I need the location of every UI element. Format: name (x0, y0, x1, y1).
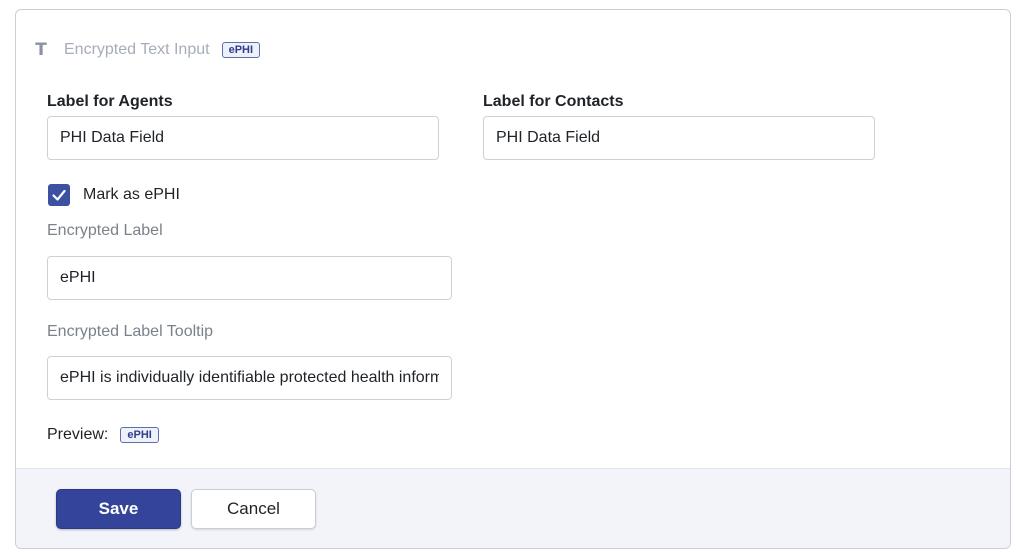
label-for-agents-heading: Label for Agents (47, 93, 173, 110)
preview-row: Preview: ePHI (47, 425, 159, 445)
save-button[interactable]: Save (56, 489, 181, 529)
label-for-contacts-heading: Label for Contacts (483, 93, 624, 110)
encrypted-tooltip-input[interactable] (47, 356, 452, 400)
encrypted-tooltip-heading: Encrypted Label Tooltip (47, 323, 214, 340)
cancel-button[interactable]: Cancel (191, 489, 316, 529)
ephi-badge: ePHI (221, 42, 261, 58)
preview-label: Preview: (47, 426, 109, 443)
preview-ephi-badge: ePHI (120, 427, 159, 443)
field-editor-panel: T Encrypted Text Input ePHI Label for Ag… (15, 9, 1011, 549)
encrypted-label-heading: Encrypted Label (47, 222, 163, 239)
checkmark-icon (52, 189, 66, 201)
mark-ephi-checkbox[interactable] (48, 184, 70, 206)
mark-ephi-row[interactable]: Mark as ePHI (48, 183, 180, 207)
label-for-contacts-input[interactable] (483, 116, 875, 160)
encrypted-label-input[interactable] (47, 256, 452, 300)
label-for-agents-input[interactable] (47, 116, 439, 160)
mark-ephi-label: Mark as ePHI (83, 186, 180, 203)
field-type-name: Encrypted Text Input (64, 41, 210, 58)
field-header: T Encrypted Text Input ePHI (32, 40, 261, 60)
form-footer: Save Cancel (16, 468, 1010, 548)
text-type-icon: T (35, 40, 47, 60)
